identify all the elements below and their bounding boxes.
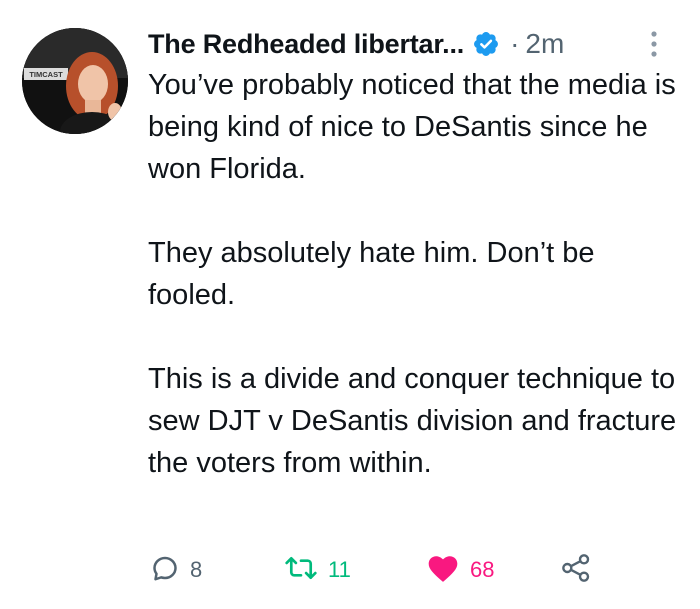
tweet-paragraph: This is a divide and conquer technique t… (148, 363, 677, 479)
header-separator: · (510, 28, 520, 59)
heart-icon (426, 553, 460, 588)
reply-button[interactable]: 8 (150, 548, 202, 592)
tweet: TIMCAST The Redheaded libertar... · 2m Y… (0, 0, 700, 609)
share-icon (560, 552, 592, 589)
share-button[interactable] (560, 548, 592, 592)
like-button[interactable]: 68 (426, 548, 494, 592)
retweet-button[interactable]: 11 (284, 548, 351, 592)
like-count: 68 (470, 557, 495, 582)
more-vertical-icon[interactable] (650, 30, 658, 63)
reply-bubble-icon (150, 553, 180, 588)
author-name[interactable]: The Redheaded libertar... (148, 29, 464, 60)
retweet-count: 11 (328, 557, 351, 582)
action-bar: 8 11 68 (0, 548, 700, 592)
avatar-image: TIMCAST (22, 28, 128, 134)
avatar[interactable]: TIMCAST (22, 28, 128, 134)
tweet-paragraph: You’ve probably noticed that the media i… (148, 69, 676, 185)
timestamp[interactable]: 2m (525, 28, 564, 60)
verified-badge-icon (472, 30, 500, 58)
avatar-logo-text: TIMCAST (29, 70, 63, 79)
tweet-paragraph: They absolutely hate him. Don’t be foole… (148, 237, 595, 311)
reply-count: 8 (190, 557, 203, 582)
tweet-text: You’ve probably noticed that the media i… (148, 64, 678, 484)
tweet-header: The Redheaded libertar... · 2m (148, 24, 680, 64)
retweet-icon (284, 553, 318, 588)
